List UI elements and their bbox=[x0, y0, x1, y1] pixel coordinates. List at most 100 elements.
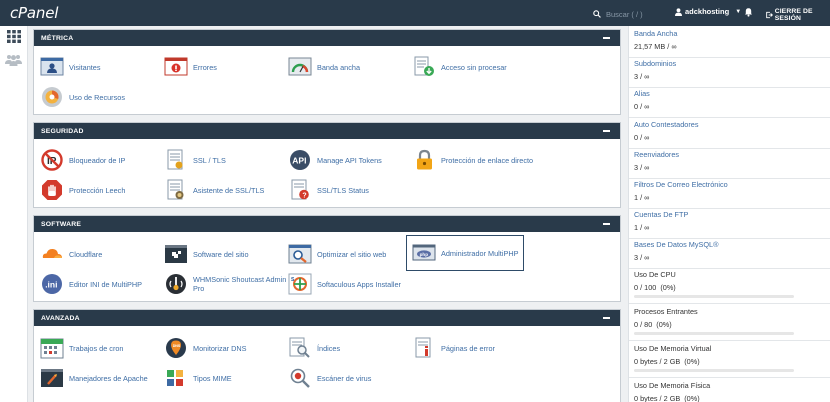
top-bar: cPanel Buscar ( / ) adckhosting ▼ CIERRE… bbox=[0, 0, 830, 26]
cpu-usage-bar bbox=[634, 295, 794, 298]
item-bandwidth[interactable]: Banda ancha bbox=[288, 56, 360, 78]
mime-types-icon bbox=[167, 370, 183, 386]
username: adckhosting bbox=[685, 7, 730, 16]
site-software-icon bbox=[165, 245, 187, 263]
collapse-icon[interactable] bbox=[603, 223, 610, 225]
certificate-icon bbox=[167, 149, 183, 170]
dns-monitor-icon: DNS bbox=[166, 338, 186, 358]
collapse-icon[interactable] bbox=[603, 317, 610, 319]
ini-editor-icon: .ini bbox=[42, 274, 62, 294]
indexes-icon bbox=[289, 337, 310, 358]
svg-text:API: API bbox=[292, 156, 306, 166]
error-pages-icon bbox=[415, 337, 431, 358]
item-ssl-wizard[interactable]: Asistente de SSL/TLS bbox=[164, 179, 264, 201]
logout-button[interactable]: CIERRE DE SESIÓN bbox=[766, 8, 830, 22]
logout-label: CIERRE DE SESIÓN bbox=[774, 8, 813, 22]
softaculous-icon: S bbox=[288, 273, 312, 295]
stat-bandwidth: Banda Ancha 21,57 MB / ∞ bbox=[629, 29, 830, 58]
stat-entry-processes: Procesos Entrantes 0 / 80 (0%) bbox=[629, 307, 830, 341]
resource-usage-icon bbox=[42, 87, 62, 107]
ssl-wizard-icon bbox=[167, 179, 184, 200]
item-hotlink-protection[interactable]: Protección de enlace directo bbox=[412, 149, 533, 171]
left-rail bbox=[0, 26, 28, 402]
cloudflare-icon bbox=[42, 248, 62, 258]
virtual-memory-bar bbox=[634, 369, 794, 372]
item-whmsonic[interactable]: WHMSonic Shoutcast Admin Pro bbox=[164, 273, 288, 295]
item-multiphp-ini-editor[interactable]: .ini Editor INI de MultiPHP bbox=[40, 273, 142, 295]
item-dns-monitor[interactable]: DNS Monitorizar DNS bbox=[164, 337, 247, 359]
stat-cpu-usage: Uso De CPU 0 / 100 (0%) bbox=[629, 270, 830, 304]
panel-software: SOFTWARE Cloudflare Software del sitio O… bbox=[33, 215, 621, 302]
item-indexes[interactable]: Índices bbox=[288, 337, 340, 359]
cpanel-logo[interactable]: cPanel bbox=[10, 4, 58, 22]
php-manager-icon: php bbox=[412, 244, 436, 261]
item-resource-usage[interactable]: Uso de Recursos bbox=[40, 86, 125, 108]
item-raw-access[interactable]: Acceso sin procesar bbox=[412, 56, 507, 78]
item-site-software[interactable]: Software del sitio bbox=[164, 243, 249, 265]
item-mime-types[interactable]: Tipos MIME bbox=[164, 367, 232, 389]
collapse-icon[interactable] bbox=[603, 37, 610, 39]
raw-access-icon bbox=[414, 56, 434, 76]
item-cloudflare[interactable]: Cloudflare bbox=[40, 243, 102, 265]
panel-header: MÉTRICA bbox=[34, 30, 620, 46]
item-optimize-website[interactable]: Optimizar el sitio web bbox=[288, 243, 386, 265]
virus-scanner-icon bbox=[290, 368, 310, 388]
search-icon bbox=[593, 10, 601, 18]
chevron-down-icon: ▼ bbox=[735, 8, 742, 15]
padlock-icon bbox=[417, 149, 432, 170]
item-ssl-tls[interactable]: SSL / TLS bbox=[164, 149, 226, 171]
panel-header: AVANZADA bbox=[34, 310, 620, 326]
user-menu[interactable]: adckhosting ▼ bbox=[675, 7, 741, 16]
svg-text:php: php bbox=[420, 252, 429, 257]
ssl-status-icon: ? bbox=[291, 179, 309, 200]
logout-icon bbox=[766, 11, 773, 19]
panel-security: SEGURIDAD IP Bloqueador de IP SSL / TLS … bbox=[33, 122, 621, 208]
stat-ftp-accounts: Cuentas De FTP 1 / ∞ bbox=[629, 210, 830, 239]
item-apache-handlers[interactable]: Manejadores de Apache bbox=[40, 367, 148, 389]
svg-text:?: ? bbox=[302, 192, 306, 199]
panel-metrics: MÉTRICA Visitantes Errores Banda ancha A… bbox=[33, 29, 621, 115]
stat-mysql-databases: Bases De Datos MySQL® 3 / ∞ bbox=[629, 240, 830, 269]
optimize-icon bbox=[288, 244, 312, 264]
item-ssl-status[interactable]: ? SSL/TLS Status bbox=[288, 179, 369, 201]
stat-aliases: Alias 0 / ∞ bbox=[629, 89, 830, 118]
item-errors[interactable]: Errores bbox=[164, 56, 217, 78]
gauge-icon bbox=[288, 57, 312, 76]
item-virus-scanner[interactable]: Escáner de virus bbox=[288, 367, 371, 389]
calendar-icon bbox=[40, 338, 64, 359]
collapse-icon[interactable] bbox=[603, 130, 610, 132]
stat-forwarders: Reenviadores 3 / ∞ bbox=[629, 150, 830, 179]
stop-hand-icon bbox=[42, 180, 62, 200]
user-icon bbox=[675, 7, 682, 16]
errors-icon bbox=[164, 57, 188, 76]
apache-handlers-icon bbox=[41, 369, 63, 387]
item-softaculous[interactable]: S Softaculous Apps Installer bbox=[288, 273, 401, 295]
entry-processes-bar bbox=[634, 332, 794, 335]
grid-icon[interactable] bbox=[7, 30, 21, 43]
svg-text:.ini: .ini bbox=[45, 280, 57, 290]
item-visitors[interactable]: Visitantes bbox=[40, 56, 101, 78]
item-ip-blocker[interactable]: IP Bloqueador de IP bbox=[40, 149, 125, 171]
stat-virtual-memory: Uso De Memoria Virtual 0 bytes / 2 GB (0%… bbox=[629, 344, 830, 378]
item-api-tokens[interactable]: API Manage API Tokens bbox=[288, 149, 382, 171]
item-error-pages[interactable]: Páginas de error bbox=[412, 337, 495, 359]
search-placeholder: Buscar ( / ) bbox=[606, 9, 643, 19]
bell-icon[interactable] bbox=[744, 7, 753, 17]
stat-autoresponders: Auto Contestadores 0 / ∞ bbox=[629, 120, 830, 149]
item-cron-jobs[interactable]: Trabajos de cron bbox=[40, 337, 123, 359]
visitors-icon bbox=[40, 57, 64, 76]
item-leech-protection[interactable]: Protección Leech bbox=[40, 179, 125, 201]
stats-panel: Banda Ancha 21,57 MB / ∞ Subdominios 3 /… bbox=[628, 26, 830, 402]
panel-header: SEGURIDAD bbox=[34, 123, 620, 139]
panel-header: SOFTWARE bbox=[34, 216, 620, 232]
panel-advanced: AVANZADA Trabajos de cron DNS Monitoriza… bbox=[33, 309, 621, 402]
api-icon: API bbox=[290, 150, 310, 170]
stat-subdomains: Subdominios 3 / ∞ bbox=[629, 59, 830, 88]
stat-email-filters: Filtros De Correo Electrónico 1 / ∞ bbox=[629, 180, 830, 209]
users-icon[interactable] bbox=[5, 54, 22, 66]
stat-physical-memory: Uso De Memoria Física 0 bytes / 2 GB (0%) bbox=[634, 381, 711, 402]
svg-text:DNS: DNS bbox=[173, 344, 181, 348]
ip-blocker-icon: IP bbox=[41, 149, 63, 171]
whmsonic-icon bbox=[166, 274, 186, 294]
item-multiphp-manager[interactable]: php Administrador MultiPHP bbox=[406, 235, 524, 271]
